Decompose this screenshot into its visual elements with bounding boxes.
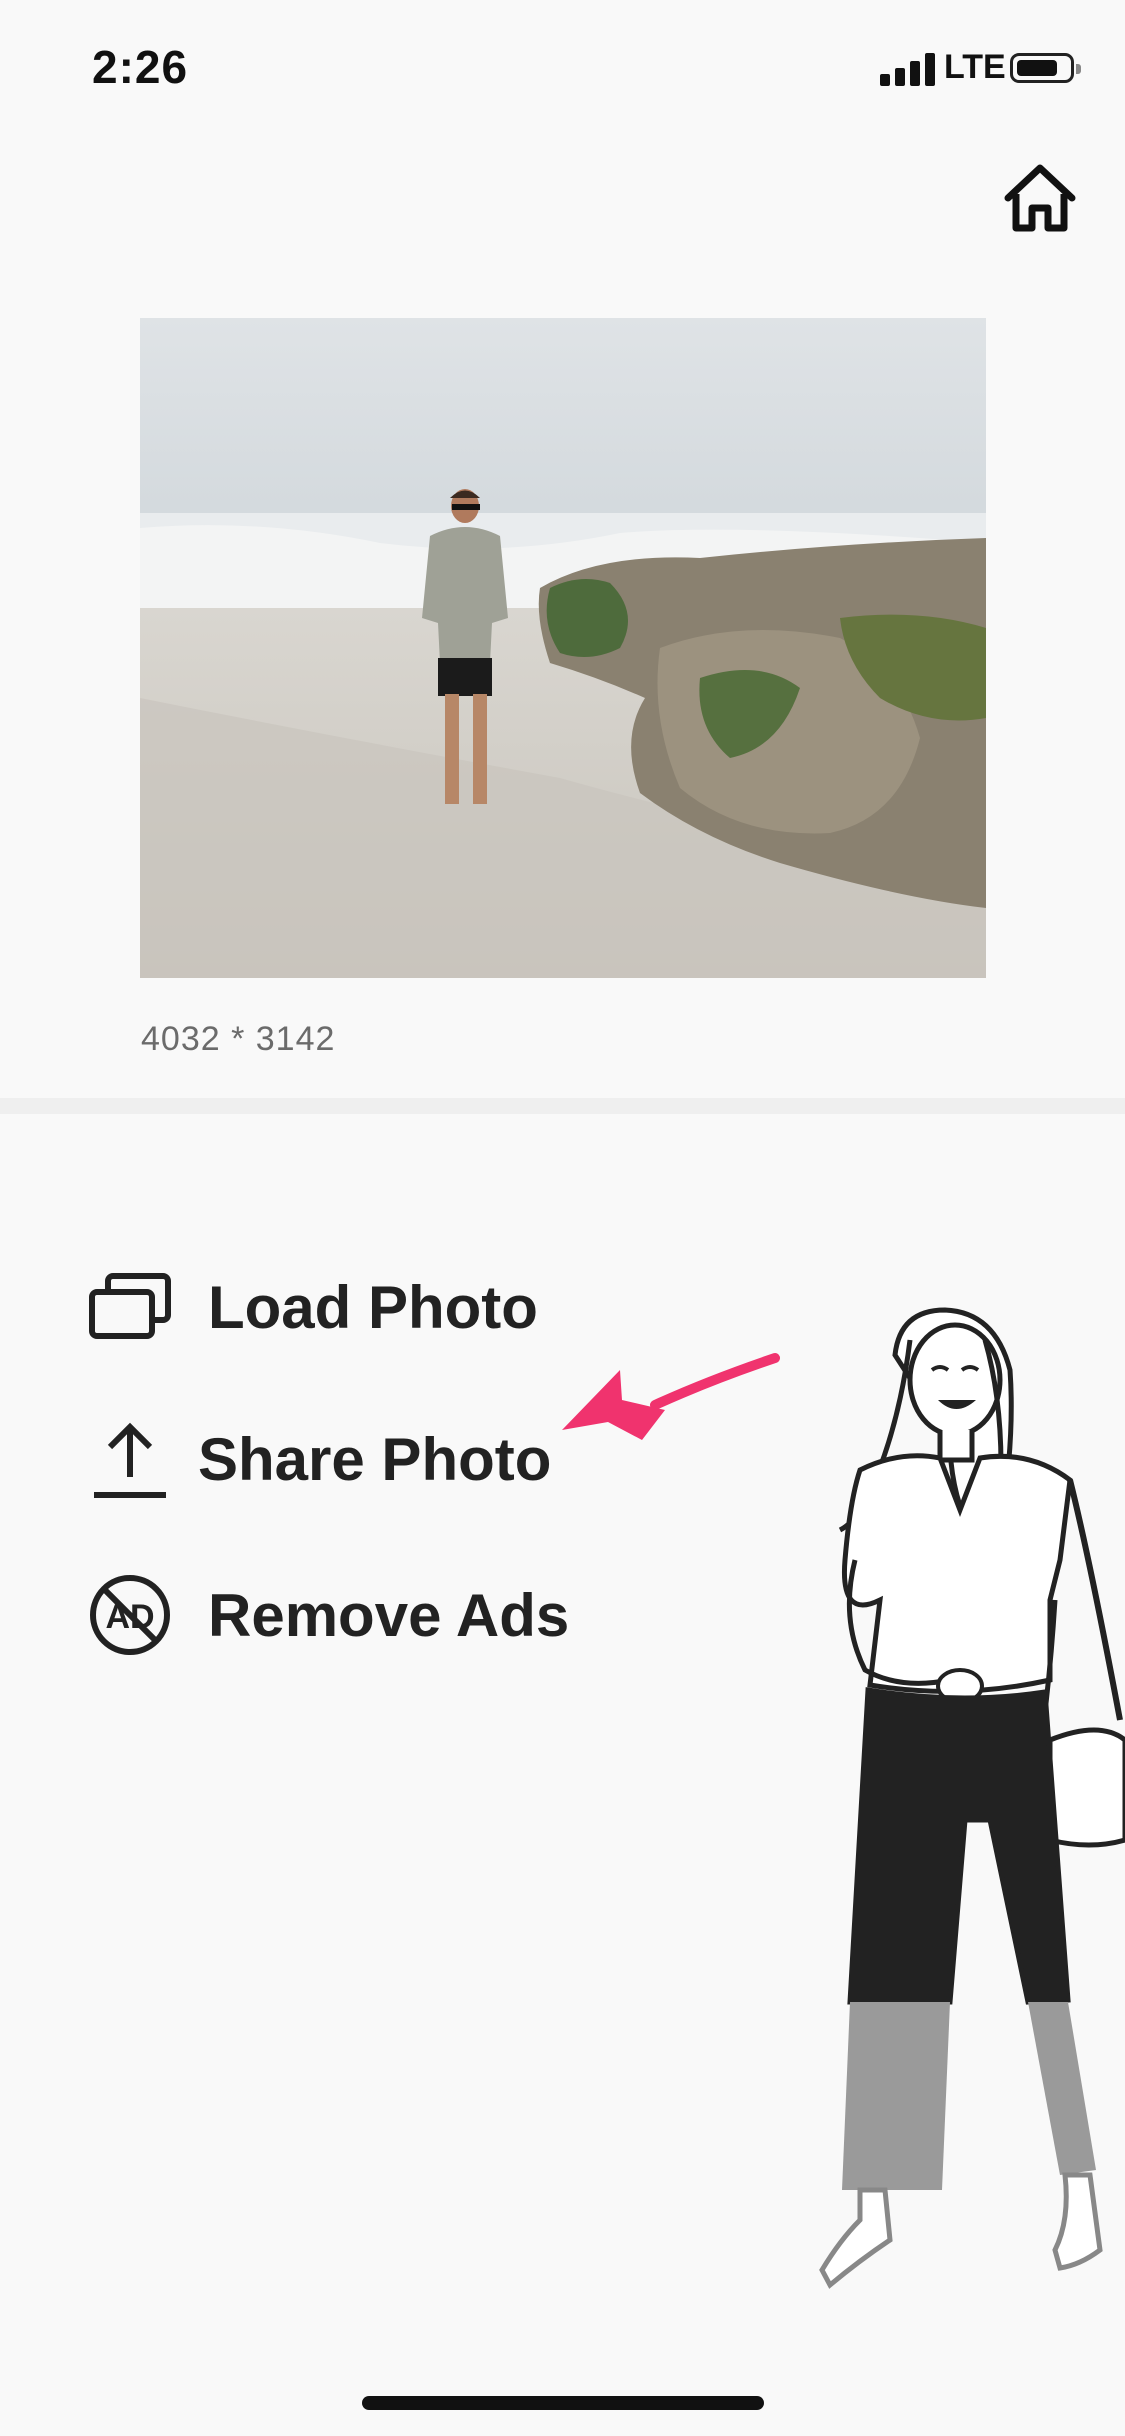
remove-ads-button[interactable]: AD Remove Ads <box>88 1570 569 1660</box>
home-icon <box>1004 164 1076 232</box>
home-indicator[interactable] <box>362 2396 764 2410</box>
status-time: 2:26 <box>92 41 189 93</box>
upload-icon <box>88 1417 172 1501</box>
load-photo-button[interactable]: Load Photo <box>88 1262 538 1352</box>
carrier-label: LTE <box>944 48 1006 86</box>
battery-icon <box>1010 53 1081 83</box>
share-photo-button[interactable]: Share Photo <box>88 1414 551 1504</box>
photo-dimensions: 4032 * 3142 <box>141 1020 336 1058</box>
remove-ads-label: Remove Ads <box>208 1581 570 1649</box>
photo-preview <box>140 318 986 978</box>
share-photo-label: Share Photo <box>198 1425 552 1493</box>
load-photo-label: Load Photo <box>208 1273 538 1341</box>
section-divider <box>0 1098 1125 1114</box>
woman-illustration <box>819 1307 1125 2289</box>
photos-stack-icon <box>88 1265 172 1349</box>
no-ads-icon: AD <box>88 1573 172 1657</box>
cellular-signal-icon <box>880 52 936 86</box>
home-button[interactable] <box>1000 158 1080 238</box>
annotation-arrow-icon <box>562 1353 780 1440</box>
status-bar: 2:26 LTE <box>0 0 1125 140</box>
